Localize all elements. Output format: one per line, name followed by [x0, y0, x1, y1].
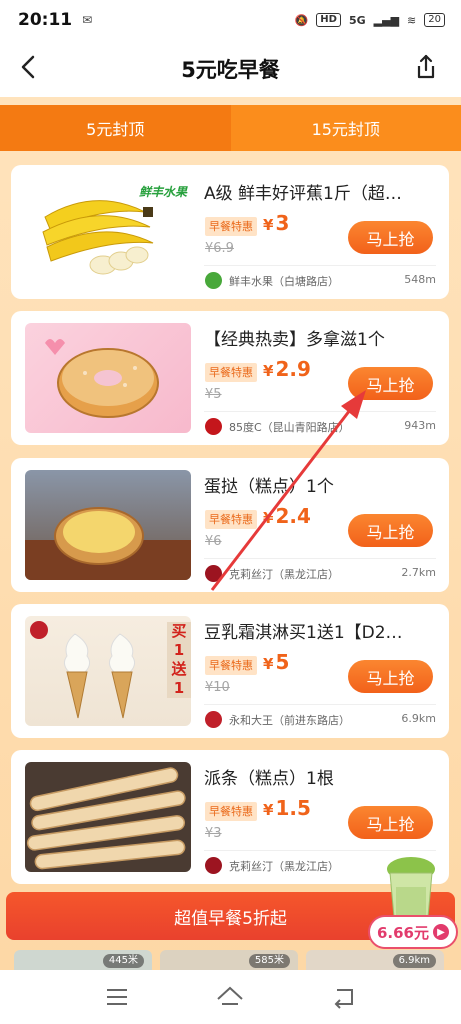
tab-15-yuan[interactable]: 15元封顶: [230, 105, 461, 151]
store-distance: 943m: [404, 419, 436, 432]
store-logo: [205, 272, 222, 289]
promo-label: 买1送1: [167, 622, 191, 698]
product-name: 【经典热卖】多拿滋1个: [204, 330, 385, 350]
breakfast-deal-tag: 早餐特惠: [205, 217, 257, 236]
original-price: ¥3: [205, 826, 222, 841]
back-icon[interactable]: [329, 982, 359, 1012]
drink-cup-icon[interactable]: [378, 855, 444, 919]
ice-cream-image: 买1送1: [25, 616, 191, 726]
network-label: 5G: [348, 13, 366, 27]
chevron-left-icon[interactable]: [14, 52, 44, 82]
grab-button[interactable]: 马上抢: [348, 221, 433, 254]
pastry-stick-image: [25, 762, 191, 872]
divider: [204, 411, 436, 412]
grab-button[interactable]: 马上抢: [348, 660, 433, 693]
status-time: 20:11: [18, 10, 73, 30]
system-nav-bar: [0, 970, 461, 1024]
hd-badge: HD: [316, 13, 341, 27]
breakfast-deal-tag: 早餐特惠: [205, 802, 257, 821]
red-packet-amount: 6.66元: [376, 923, 429, 942]
divider: [204, 850, 436, 851]
product-thumbnail[interactable]: 6.9km: [306, 950, 444, 970]
store-name: 克莉丝汀（黑龙江店）: [229, 860, 339, 873]
original-price: ¥5: [205, 387, 222, 402]
store-distance: 548m: [404, 273, 436, 286]
store-logo: [205, 418, 222, 435]
home-icon[interactable]: [215, 982, 245, 1012]
battery-icon: 20: [424, 13, 445, 27]
original-price: ¥10: [205, 680, 230, 695]
store-distance: 2.7km: [401, 566, 436, 579]
grab-button[interactable]: 马上抢: [348, 367, 433, 400]
price-tabs: 5元封顶 15元封顶: [0, 105, 461, 151]
menu-icon[interactable]: [102, 982, 132, 1012]
store-name: 鲜丰水果（白塘路店）: [229, 275, 339, 288]
product-card-banana[interactable]: 鲜丰水果 A级 鲜丰好评蕉1斤（超… 早餐特惠 ¥3 ¥6.9 马上抢 鲜丰水果…: [11, 165, 449, 299]
store-name: 克莉丝汀（黑龙江店）: [229, 568, 339, 581]
divider: [204, 704, 436, 705]
mute-icon: 🔕: [294, 13, 309, 27]
product-card-ice-cream[interactable]: 买1送1 豆乳霜淇淋买1送1【D2… 早餐特惠 ¥5 ¥10 马上抢 永和大王（…: [11, 604, 449, 738]
grab-button[interactable]: 马上抢: [348, 806, 433, 839]
chevron-right-icon: ▶: [433, 924, 449, 940]
red-packet-button[interactable]: 6.66元 ▶: [368, 915, 458, 949]
product-name: 蛋挞（糕点）1个: [204, 477, 334, 497]
grab-button[interactable]: 马上抢: [348, 514, 433, 547]
product-name: A级 鲜丰好评蕉1斤（超…: [204, 184, 402, 204]
deal-price: ¥2.9: [263, 357, 311, 381]
deal-price: ¥5: [263, 650, 290, 674]
brand-logo-text: 鲜丰水果: [138, 185, 187, 199]
product-thumbnail[interactable]: 445米: [14, 950, 152, 970]
product-name: 派条（糕点）1根: [204, 769, 334, 789]
original-price: ¥6.9: [205, 241, 234, 256]
breakfast-deal-tag: 早餐特惠: [205, 510, 257, 529]
deal-price: ¥1.5: [263, 796, 311, 820]
more-products-row: 445米 585米 6.9km: [0, 950, 461, 970]
product-name: 豆乳霜淇淋买1送1【D2…: [204, 623, 403, 643]
status-bar: 20:11 ✉ 🔕 HD 5G ▂▄▆ ≋ 20: [0, 0, 461, 40]
banana-image: 鲜丰水果: [25, 177, 191, 287]
store-logo: [205, 565, 222, 582]
store-distance: 6.9km: [401, 712, 436, 725]
donut-image: [25, 323, 191, 433]
page-title: 5元吃早餐: [181, 57, 280, 82]
sms-icon: ✉: [82, 13, 93, 27]
store-logo: [205, 857, 222, 874]
deal-price: ¥3: [263, 211, 290, 235]
product-card-donut[interactable]: 【经典热卖】多拿滋1个 早餐特惠 ¥2.9 ¥5 马上抢 85度C（昆山青阳路店…: [11, 311, 449, 445]
nav-bar: 5元吃早餐: [0, 40, 461, 97]
store-name: 85度C（昆山青阳路店）: [229, 421, 350, 434]
share-icon[interactable]: [411, 52, 441, 82]
divider: [204, 558, 436, 559]
wifi-icon: ≋: [407, 13, 417, 27]
tab-5-yuan[interactable]: 5元封顶: [0, 105, 231, 151]
product-thumbnail[interactable]: 585米: [160, 950, 298, 970]
store-name: 永和大王（前进东路店）: [229, 714, 350, 727]
original-price: ¥6: [205, 534, 222, 549]
deal-price: ¥2.4: [263, 504, 311, 528]
divider: [204, 265, 436, 266]
egg-tart-image: [25, 470, 191, 580]
breakfast-deal-tag: 早餐特惠: [205, 363, 257, 382]
breakfast-deal-tag: 早餐特惠: [205, 656, 257, 675]
content-area: 5元封顶 15元封顶 鲜丰水果 A级 鲜丰好评蕉1斤（超… 早餐特惠 ¥3 ¥6…: [0, 97, 461, 970]
product-card-egg-tart[interactable]: 蛋挞（糕点）1个 早餐特惠 ¥2.4 ¥6 马上抢 克莉丝汀（黑龙江店） 2.7…: [11, 458, 449, 592]
signal-icon: ▂▄▆: [373, 13, 400, 27]
store-logo: [205, 711, 222, 728]
